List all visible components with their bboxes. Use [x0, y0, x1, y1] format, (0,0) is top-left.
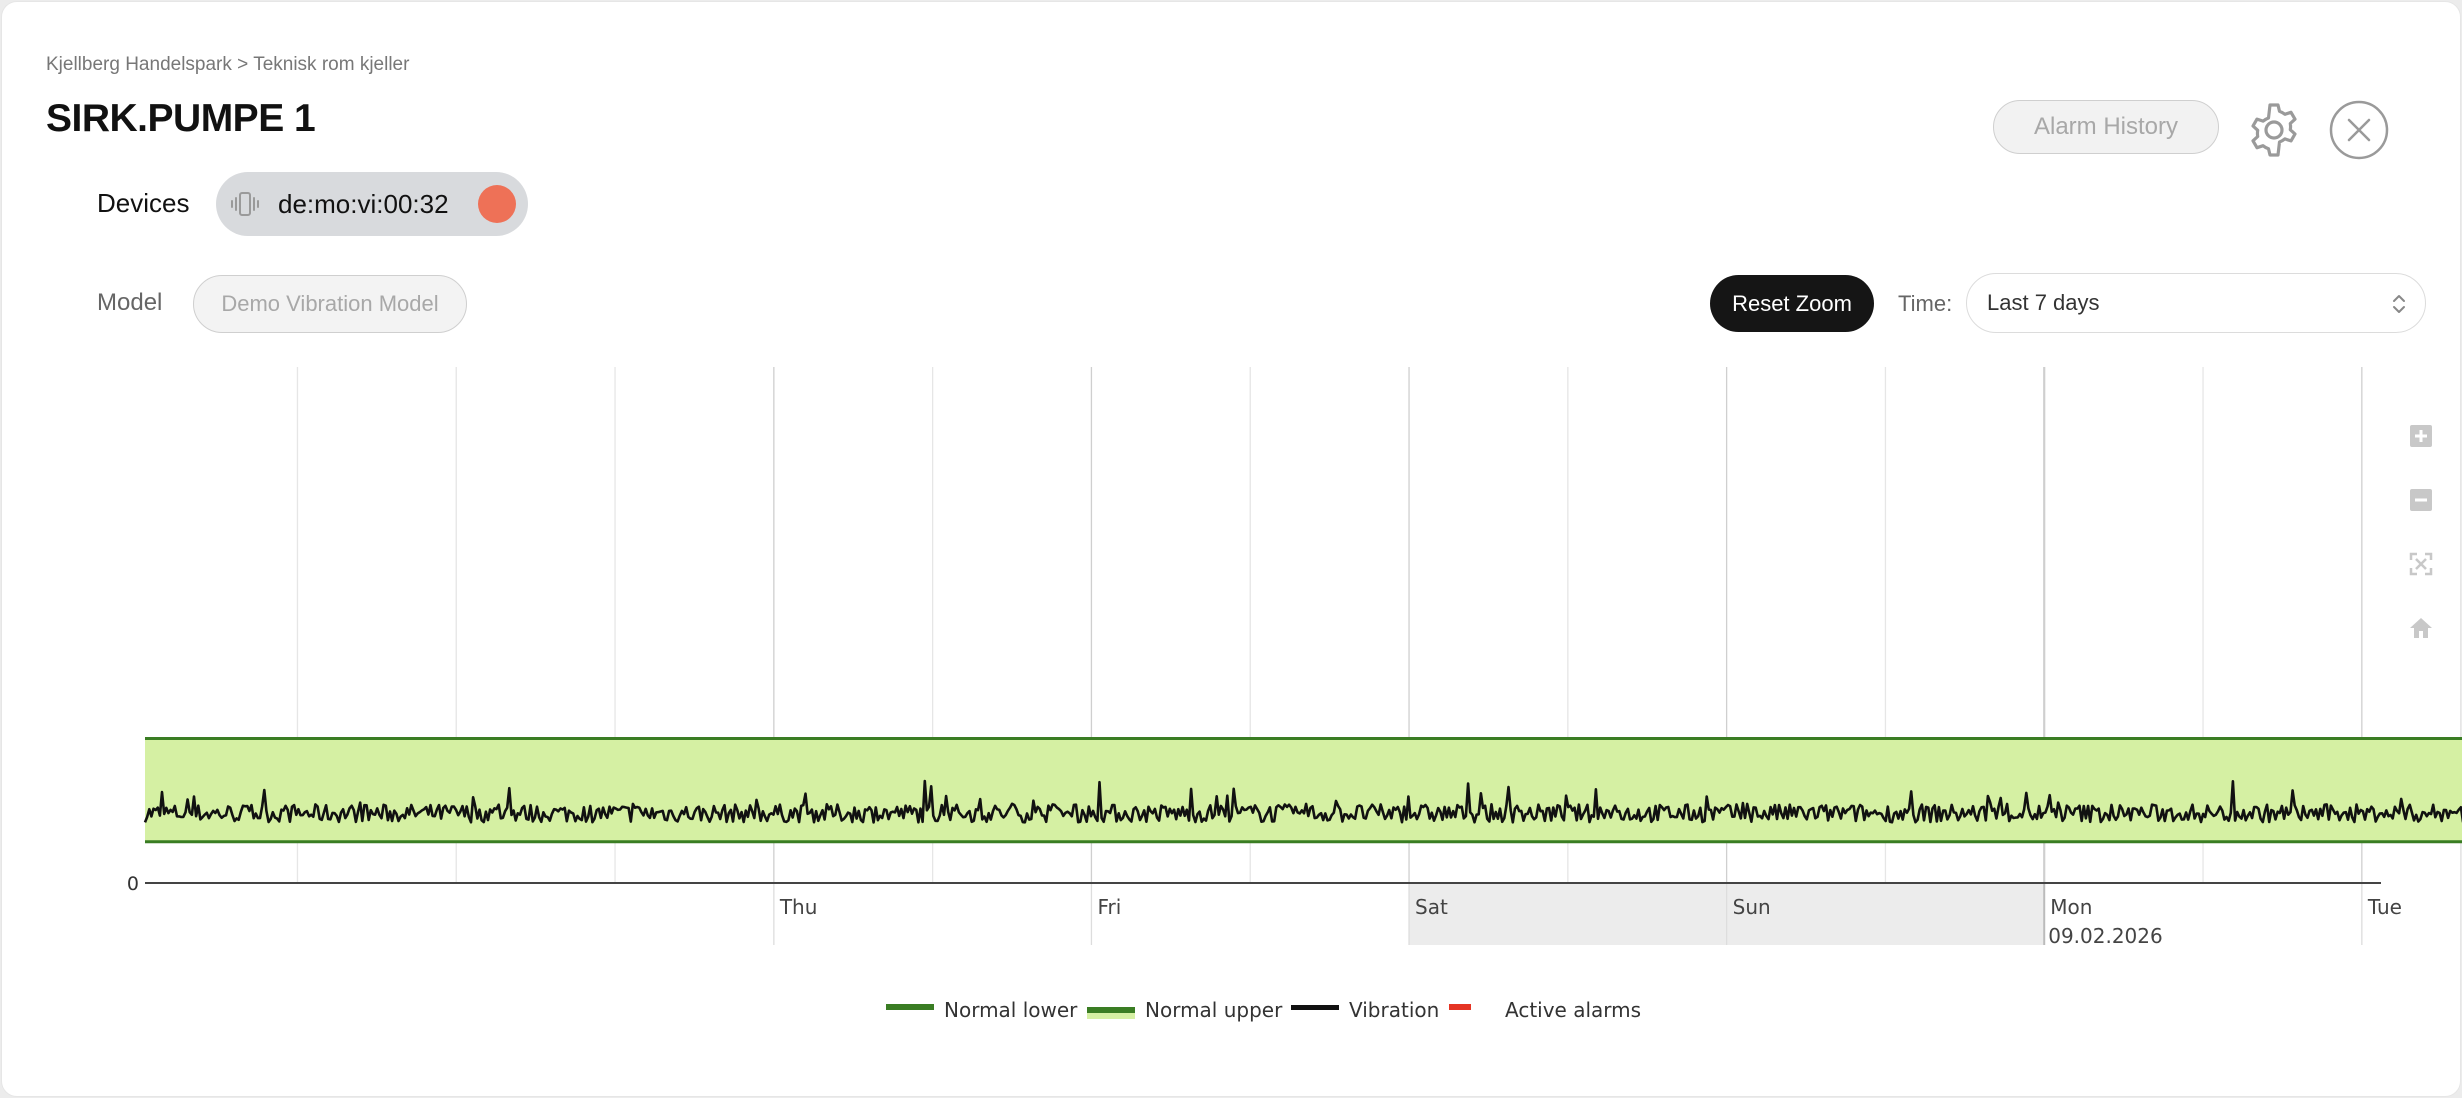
x-tick-label: Sat: [1415, 895, 1448, 919]
x-tick-label: Mon: [2050, 895, 2092, 919]
y-tick-label: 0: [127, 873, 139, 895]
x-tick-label: Fri: [1097, 895, 1121, 919]
x-tick-label: Sun: [1733, 895, 1771, 919]
zoom-in-icon[interactable]: [2408, 423, 2434, 449]
normal-band: [145, 738, 2462, 842]
x-date-label: 09.02.2026: [2048, 924, 2163, 948]
home-icon[interactable]: [2408, 615, 2434, 641]
x-tick-label: Tue: [2367, 895, 2402, 919]
autoscale-icon[interactable]: [2408, 551, 2434, 577]
vibration-chart[interactable]: 0ThuFriSatSunMonTueWed09.02.2026: [0, 0, 2462, 1098]
x-tick-label: Thu: [779, 895, 818, 919]
zoom-out-icon[interactable]: [2408, 487, 2434, 513]
